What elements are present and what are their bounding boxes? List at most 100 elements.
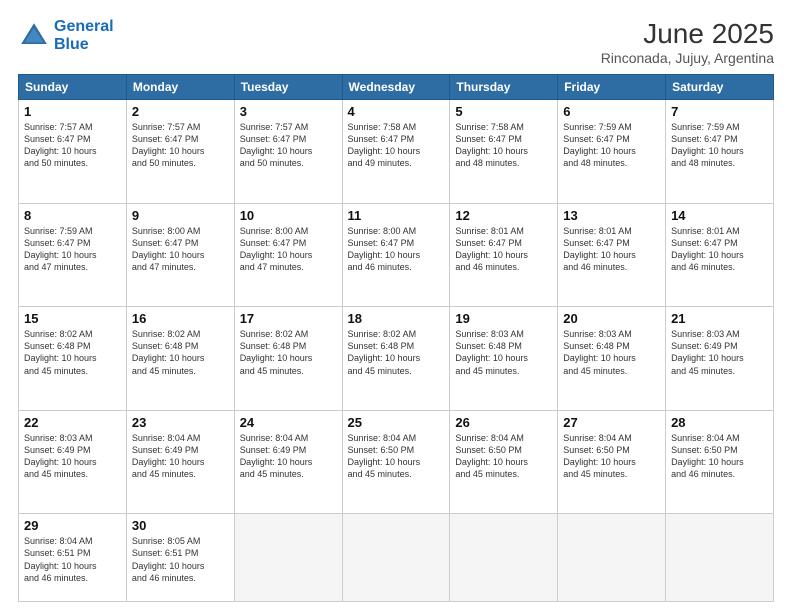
day-info: Sunrise: 8:04 AM Sunset: 6:51 PM Dayligh… <box>24 535 121 584</box>
weekday-header-friday: Friday <box>558 75 666 100</box>
day-info: Sunrise: 8:04 AM Sunset: 6:50 PM Dayligh… <box>671 432 768 481</box>
calendar-cell: 21Sunrise: 8:03 AM Sunset: 6:49 PM Dayli… <box>666 307 774 411</box>
day-info: Sunrise: 8:03 AM Sunset: 6:49 PM Dayligh… <box>24 432 121 481</box>
day-number: 11 <box>348 208 445 223</box>
day-number: 7 <box>671 104 768 119</box>
calendar-cell: 28Sunrise: 8:04 AM Sunset: 6:50 PM Dayli… <box>666 410 774 514</box>
day-number: 5 <box>455 104 552 119</box>
calendar-cell <box>666 514 774 602</box>
calendar-table: SundayMondayTuesdayWednesdayThursdayFrid… <box>18 74 774 602</box>
day-number: 4 <box>348 104 445 119</box>
day-number: 27 <box>563 415 660 430</box>
day-number: 25 <box>348 415 445 430</box>
main-title: June 2025 <box>601 18 774 50</box>
calendar-cell: 2 Sunrise: 7:57 AM Sunset: 6:47 PM Daylig… <box>126 100 234 204</box>
day-number: 17 <box>240 311 337 326</box>
day-info: Sunrise: 8:02 AM Sunset: 6:48 PM Dayligh… <box>240 328 337 377</box>
header: General Blue June 2025 Rinconada, Jujuy,… <box>18 18 774 66</box>
weekday-header-sunday: Sunday <box>19 75 127 100</box>
day-info: Sunrise: 7:58 AM Sunset: 6:47 PM Dayligh… <box>348 121 445 170</box>
calendar-cell: 30 Sunrise: 8:05 AM Sunset: 6:51 PM Dayli… <box>126 514 234 602</box>
day-number: 18 <box>348 311 445 326</box>
day-number: 6 <box>563 104 660 119</box>
calendar-cell: 10 Sunrise: 8:00 AM Sunset: 6:47 PM Dayli… <box>234 203 342 307</box>
day-info: Sunrise: 8:01 AM Sunset: 6:47 PM Dayligh… <box>563 225 660 274</box>
calendar-cell: 15 Sunrise: 8:02 AM Sunset: 6:48 PM Dayli… <box>19 307 127 411</box>
logo-text: General Blue <box>54 18 114 53</box>
day-info: Sunrise: 8:01 AM Sunset: 6:47 PM Dayligh… <box>671 225 768 274</box>
weekday-header-monday: Monday <box>126 75 234 100</box>
calendar-cell: 3Sunrise: 7:57 AM Sunset: 6:47 PM Daylig… <box>234 100 342 204</box>
calendar-cell: 26 Sunrise: 8:04 AM Sunset: 6:50 PM Dayli… <box>450 410 558 514</box>
day-number: 26 <box>455 415 552 430</box>
page: General Blue June 2025 Rinconada, Jujuy,… <box>0 0 792 612</box>
day-info: Sunrise: 7:57 AM Sunset: 6:47 PM Dayligh… <box>132 121 229 170</box>
calendar-week-1: 8 Sunrise: 7:59 AM Sunset: 6:47 PM Daylig… <box>19 203 774 307</box>
calendar-week-0: 1 Sunrise: 7:57 AM Sunset: 6:47 PM Daylig… <box>19 100 774 204</box>
subtitle: Rinconada, Jujuy, Argentina <box>601 50 774 66</box>
calendar-cell: 4 Sunrise: 7:58 AM Sunset: 6:47 PM Daylig… <box>342 100 450 204</box>
day-info: Sunrise: 7:59 AM Sunset: 6:47 PM Dayligh… <box>671 121 768 170</box>
day-number: 1 <box>24 104 121 119</box>
day-info: Sunrise: 8:00 AM Sunset: 6:47 PM Dayligh… <box>240 225 337 274</box>
calendar-cell: 24 Sunrise: 8:04 AM Sunset: 6:49 PM Dayli… <box>234 410 342 514</box>
day-number: 23 <box>132 415 229 430</box>
weekday-header-saturday: Saturday <box>666 75 774 100</box>
calendar-cell: 5 Sunrise: 7:58 AM Sunset: 6:47 PM Daylig… <box>450 100 558 204</box>
calendar-cell: 8 Sunrise: 7:59 AM Sunset: 6:47 PM Daylig… <box>19 203 127 307</box>
day-info: Sunrise: 8:04 AM Sunset: 6:50 PM Dayligh… <box>348 432 445 481</box>
day-number: 8 <box>24 208 121 223</box>
calendar-cell: 16 Sunrise: 8:02 AM Sunset: 6:48 PM Dayli… <box>126 307 234 411</box>
day-info: Sunrise: 8:05 AM Sunset: 6:51 PM Dayligh… <box>132 535 229 584</box>
calendar-cell: 6Sunrise: 7:59 AM Sunset: 6:47 PM Daylig… <box>558 100 666 204</box>
weekday-header-thursday: Thursday <box>450 75 558 100</box>
day-number: 20 <box>563 311 660 326</box>
day-number: 30 <box>132 518 229 533</box>
weekday-header-wednesday: Wednesday <box>342 75 450 100</box>
calendar-cell: 18 Sunrise: 8:02 AM Sunset: 6:48 PM Dayli… <box>342 307 450 411</box>
day-info: Sunrise: 8:00 AM Sunset: 6:47 PM Dayligh… <box>132 225 229 274</box>
logo-general: General <box>54 18 114 35</box>
day-info: Sunrise: 8:04 AM Sunset: 6:50 PM Dayligh… <box>455 432 552 481</box>
day-number: 24 <box>240 415 337 430</box>
logo-icon <box>18 20 50 52</box>
logo-blue: Blue <box>54 36 89 53</box>
calendar-cell: 9 Sunrise: 8:00 AM Sunset: 6:47 PM Daylig… <box>126 203 234 307</box>
calendar-cell <box>342 514 450 602</box>
calendar-cell: 1 Sunrise: 7:57 AM Sunset: 6:47 PM Daylig… <box>19 100 127 204</box>
day-info: Sunrise: 8:04 AM Sunset: 6:49 PM Dayligh… <box>132 432 229 481</box>
day-info: Sunrise: 8:01 AM Sunset: 6:47 PM Dayligh… <box>455 225 552 274</box>
day-number: 14 <box>671 208 768 223</box>
day-number: 12 <box>455 208 552 223</box>
day-info: Sunrise: 8:04 AM Sunset: 6:49 PM Dayligh… <box>240 432 337 481</box>
day-info: Sunrise: 8:00 AM Sunset: 6:47 PM Dayligh… <box>348 225 445 274</box>
day-number: 10 <box>240 208 337 223</box>
calendar-cell: 25 Sunrise: 8:04 AM Sunset: 6:50 PM Dayli… <box>342 410 450 514</box>
calendar-week-2: 15 Sunrise: 8:02 AM Sunset: 6:48 PM Dayli… <box>19 307 774 411</box>
day-info: Sunrise: 8:02 AM Sunset: 6:48 PM Dayligh… <box>348 328 445 377</box>
weekday-header-tuesday: Tuesday <box>234 75 342 100</box>
calendar-week-3: 22 Sunrise: 8:03 AM Sunset: 6:49 PM Dayli… <box>19 410 774 514</box>
day-number: 22 <box>24 415 121 430</box>
day-number: 16 <box>132 311 229 326</box>
day-info: Sunrise: 7:57 AM Sunset: 6:47 PM Dayligh… <box>24 121 121 170</box>
day-info: Sunrise: 7:58 AM Sunset: 6:47 PM Dayligh… <box>455 121 552 170</box>
day-number: 15 <box>24 311 121 326</box>
calendar-cell: 23 Sunrise: 8:04 AM Sunset: 6:49 PM Dayli… <box>126 410 234 514</box>
day-number: 9 <box>132 208 229 223</box>
logo: General Blue <box>18 18 114 53</box>
day-number: 19 <box>455 311 552 326</box>
day-number: 2 <box>132 104 229 119</box>
day-number: 29 <box>24 518 121 533</box>
day-info: Sunrise: 8:02 AM Sunset: 6:48 PM Dayligh… <box>132 328 229 377</box>
calendar-cell <box>234 514 342 602</box>
calendar-cell: 22 Sunrise: 8:03 AM Sunset: 6:49 PM Dayli… <box>19 410 127 514</box>
day-info: Sunrise: 8:03 AM Sunset: 6:49 PM Dayligh… <box>671 328 768 377</box>
calendar-cell: 17 Sunrise: 8:02 AM Sunset: 6:48 PM Dayli… <box>234 307 342 411</box>
calendar-cell <box>450 514 558 602</box>
day-info: Sunrise: 8:02 AM Sunset: 6:48 PM Dayligh… <box>24 328 121 377</box>
day-info: Sunrise: 8:03 AM Sunset: 6:48 PM Dayligh… <box>563 328 660 377</box>
calendar-cell: 20 Sunrise: 8:03 AM Sunset: 6:48 PM Dayli… <box>558 307 666 411</box>
day-info: Sunrise: 8:04 AM Sunset: 6:50 PM Dayligh… <box>563 432 660 481</box>
day-info: Sunrise: 7:59 AM Sunset: 6:47 PM Dayligh… <box>24 225 121 274</box>
